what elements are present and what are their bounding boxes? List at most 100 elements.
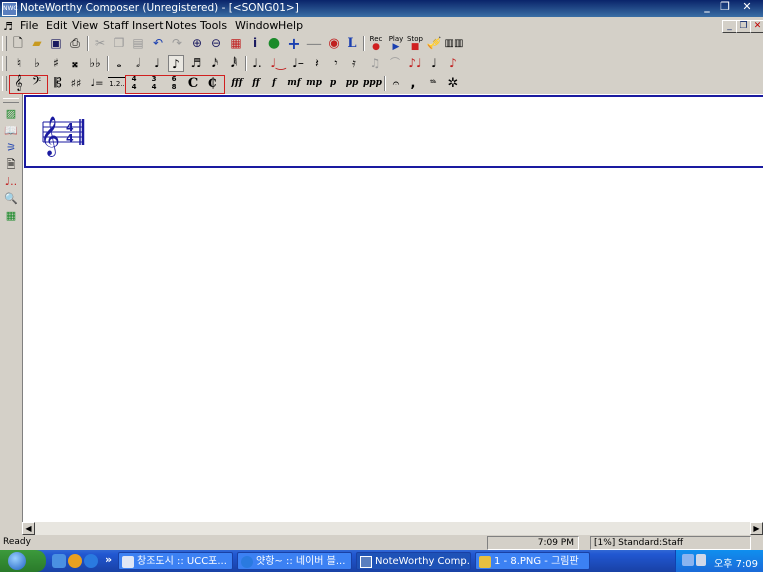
bass-clef-icon[interactable]: 𝄢: [28, 75, 45, 92]
minimize-button[interactable]: _: [697, 0, 717, 14]
pages-icon[interactable]: ▦: [228, 35, 244, 52]
toolbar-grip[interactable]: [2, 36, 7, 51]
paste-icon[interactable]: ▤: [130, 35, 146, 52]
half-note-icon[interactable]: 𝅗𝅥: [131, 55, 145, 72]
print-preview-icon[interactable]: 🗎: [3, 157, 19, 173]
internet-explorer-icon[interactable]: [84, 554, 98, 568]
time-4-4-icon[interactable]: 44: [127, 75, 141, 92]
mdi-minimize-button[interactable]: _: [722, 20, 737, 33]
sharp-icon[interactable]: ♯: [49, 55, 63, 72]
double-sharp-icon[interactable]: 𝄪: [68, 55, 82, 72]
rest2-icon[interactable]: 𝄾: [330, 55, 342, 72]
common-time-icon[interactable]: C: [186, 75, 200, 92]
dynamic-f[interactable]: f: [268, 75, 280, 92]
zoom-out-icon[interactable]: ⊖: [208, 35, 224, 52]
mdi-close-button[interactable]: ✕: [750, 20, 763, 33]
book-icon[interactable]: 📖: [3, 123, 19, 139]
time-3-4-icon[interactable]: 34: [147, 75, 161, 92]
tie-icon[interactable]: ♩‿: [270, 55, 286, 72]
copy-icon[interactable]: ❐: [111, 35, 127, 52]
time-6-8-icon[interactable]: 68: [167, 75, 181, 92]
eighth-note-icon[interactable]: ♪: [168, 55, 184, 72]
grace-icon[interactable]: ♪♩: [407, 55, 423, 72]
scroll-right-arrow[interactable]: ▶: [750, 522, 763, 535]
menu-tools[interactable]: Tools: [200, 19, 227, 32]
dynamic-fff[interactable]: fff: [229, 75, 245, 92]
save-icon[interactable]: ▣: [48, 35, 64, 52]
menu-insert[interactable]: Insert: [132, 19, 164, 32]
close-button[interactable]: ✕: [737, 0, 757, 14]
taskbar-item[interactable]: 얏항~ :: 네이버 블...: [237, 552, 352, 570]
zoom-icon[interactable]: 🔍: [3, 191, 19, 207]
zoom-in-icon[interactable]: ⊕: [189, 35, 205, 52]
quicklaunch-chevron[interactable]: »: [105, 553, 112, 566]
triplet-icon[interactable]: ♩–: [290, 55, 306, 72]
taskbar-item[interactable]: NoteWorthy Comp...: [356, 552, 471, 570]
key-signature-icon[interactable]: ♯♯: [68, 75, 84, 92]
stem-icon[interactable]: ♩: [427, 55, 441, 72]
clock[interactable]: 오후 7:09: [714, 555, 758, 570]
keyboard-icon[interactable]: ▥▥: [444, 35, 464, 52]
rest-icon[interactable]: 𝄽: [311, 55, 323, 72]
fermata-icon[interactable]: 𝄐: [389, 75, 403, 92]
dynamic-p[interactable]: p: [327, 75, 339, 92]
menu-edit[interactable]: Edit: [46, 19, 67, 32]
cut-time-icon[interactable]: ₵: [205, 75, 219, 92]
open-icon[interactable]: ▰: [29, 35, 45, 52]
dynamic-ff[interactable]: ff: [249, 75, 263, 92]
slur-icon[interactable]: ⌒: [387, 55, 403, 72]
document-menu-icon[interactable]: ♬: [3, 20, 13, 33]
pedal-release-icon[interactable]: ✲: [445, 75, 461, 92]
dynamic-pp[interactable]: pp: [345, 75, 359, 92]
menu-window[interactable]: Window: [235, 19, 278, 32]
instrument-icon[interactable]: 🎺: [426, 35, 442, 52]
stop-icon[interactable]: Stop ■: [406, 35, 424, 52]
rest3-icon[interactable]: 𝄿: [348, 55, 360, 72]
quarter-note-icon[interactable]: ♩: [150, 55, 164, 72]
sixteenth-note-icon[interactable]: ♬: [189, 55, 203, 72]
treble-clef-icon[interactable]: 𝄞: [10, 75, 27, 92]
new-icon[interactable]: 🗋: [10, 35, 26, 52]
tempo-icon[interactable]: ♩=: [88, 75, 106, 92]
restore-button[interactable]: ❐: [715, 0, 735, 14]
flat-icon[interactable]: ♭: [30, 55, 44, 72]
sixty-fourth-note-icon[interactable]: 𝅘𝅥𝅱: [227, 55, 241, 72]
whole-note-icon[interactable]: 𝅝: [112, 55, 126, 72]
alto-clef-icon[interactable]: 𝄡: [51, 75, 65, 92]
cut-icon[interactable]: ✂: [92, 35, 108, 52]
beam-icon[interactable]: ♫: [367, 55, 383, 72]
tenuto-icon[interactable]: ♪: [446, 55, 460, 72]
media-player-icon[interactable]: [68, 554, 82, 568]
menu-staff[interactable]: Staff: [103, 19, 129, 32]
sidebar-grip[interactable]: [3, 98, 19, 103]
app-icon[interactable]: NWC: [2, 2, 18, 16]
volume-icon[interactable]: ◉: [326, 35, 342, 52]
undo-icon[interactable]: ↶: [150, 35, 166, 52]
start-button[interactable]: [0, 550, 46, 572]
play-icon[interactable]: Play ▶: [387, 35, 405, 52]
dynamic-ppp[interactable]: ppp: [363, 75, 382, 92]
show-desktop-icon[interactable]: [52, 554, 66, 568]
ending-icon[interactable]: 1.2..: [108, 77, 126, 92]
volume-icon[interactable]: [696, 554, 706, 566]
dotted-note-icon[interactable]: ♩.: [250, 55, 264, 72]
record-icon[interactable]: Rec ●: [367, 35, 385, 52]
mdi-restore-button[interactable]: ❐: [736, 20, 751, 33]
dynamic-mp[interactable]: mp: [306, 75, 322, 92]
network-icon[interactable]: [682, 554, 694, 566]
info-icon[interactable]: i: [248, 35, 262, 52]
breath-mark-icon[interactable]: ,: [407, 75, 419, 92]
toolbar-grip[interactable]: [2, 76, 7, 91]
menu-notes[interactable]: Notes: [165, 19, 197, 32]
toolbar-grip[interactable]: [2, 56, 7, 71]
add-staff-icon[interactable]: +: [286, 35, 302, 52]
lyric-icon[interactable]: L: [345, 35, 359, 52]
score-editor[interactable]: 𝄞 4 4: [22, 94, 763, 522]
taskbar-item[interactable]: 1 - 8.PNG - 그림판: [475, 552, 590, 570]
redo-icon[interactable]: ↷: [169, 35, 185, 52]
natural-icon[interactable]: ♮: [12, 55, 26, 72]
globe-icon[interactable]: ●: [266, 35, 282, 52]
dynamic-mf[interactable]: mf: [286, 75, 302, 92]
menu-help[interactable]: Help: [278, 19, 303, 32]
scroll-left-arrow[interactable]: ◀: [22, 522, 35, 535]
